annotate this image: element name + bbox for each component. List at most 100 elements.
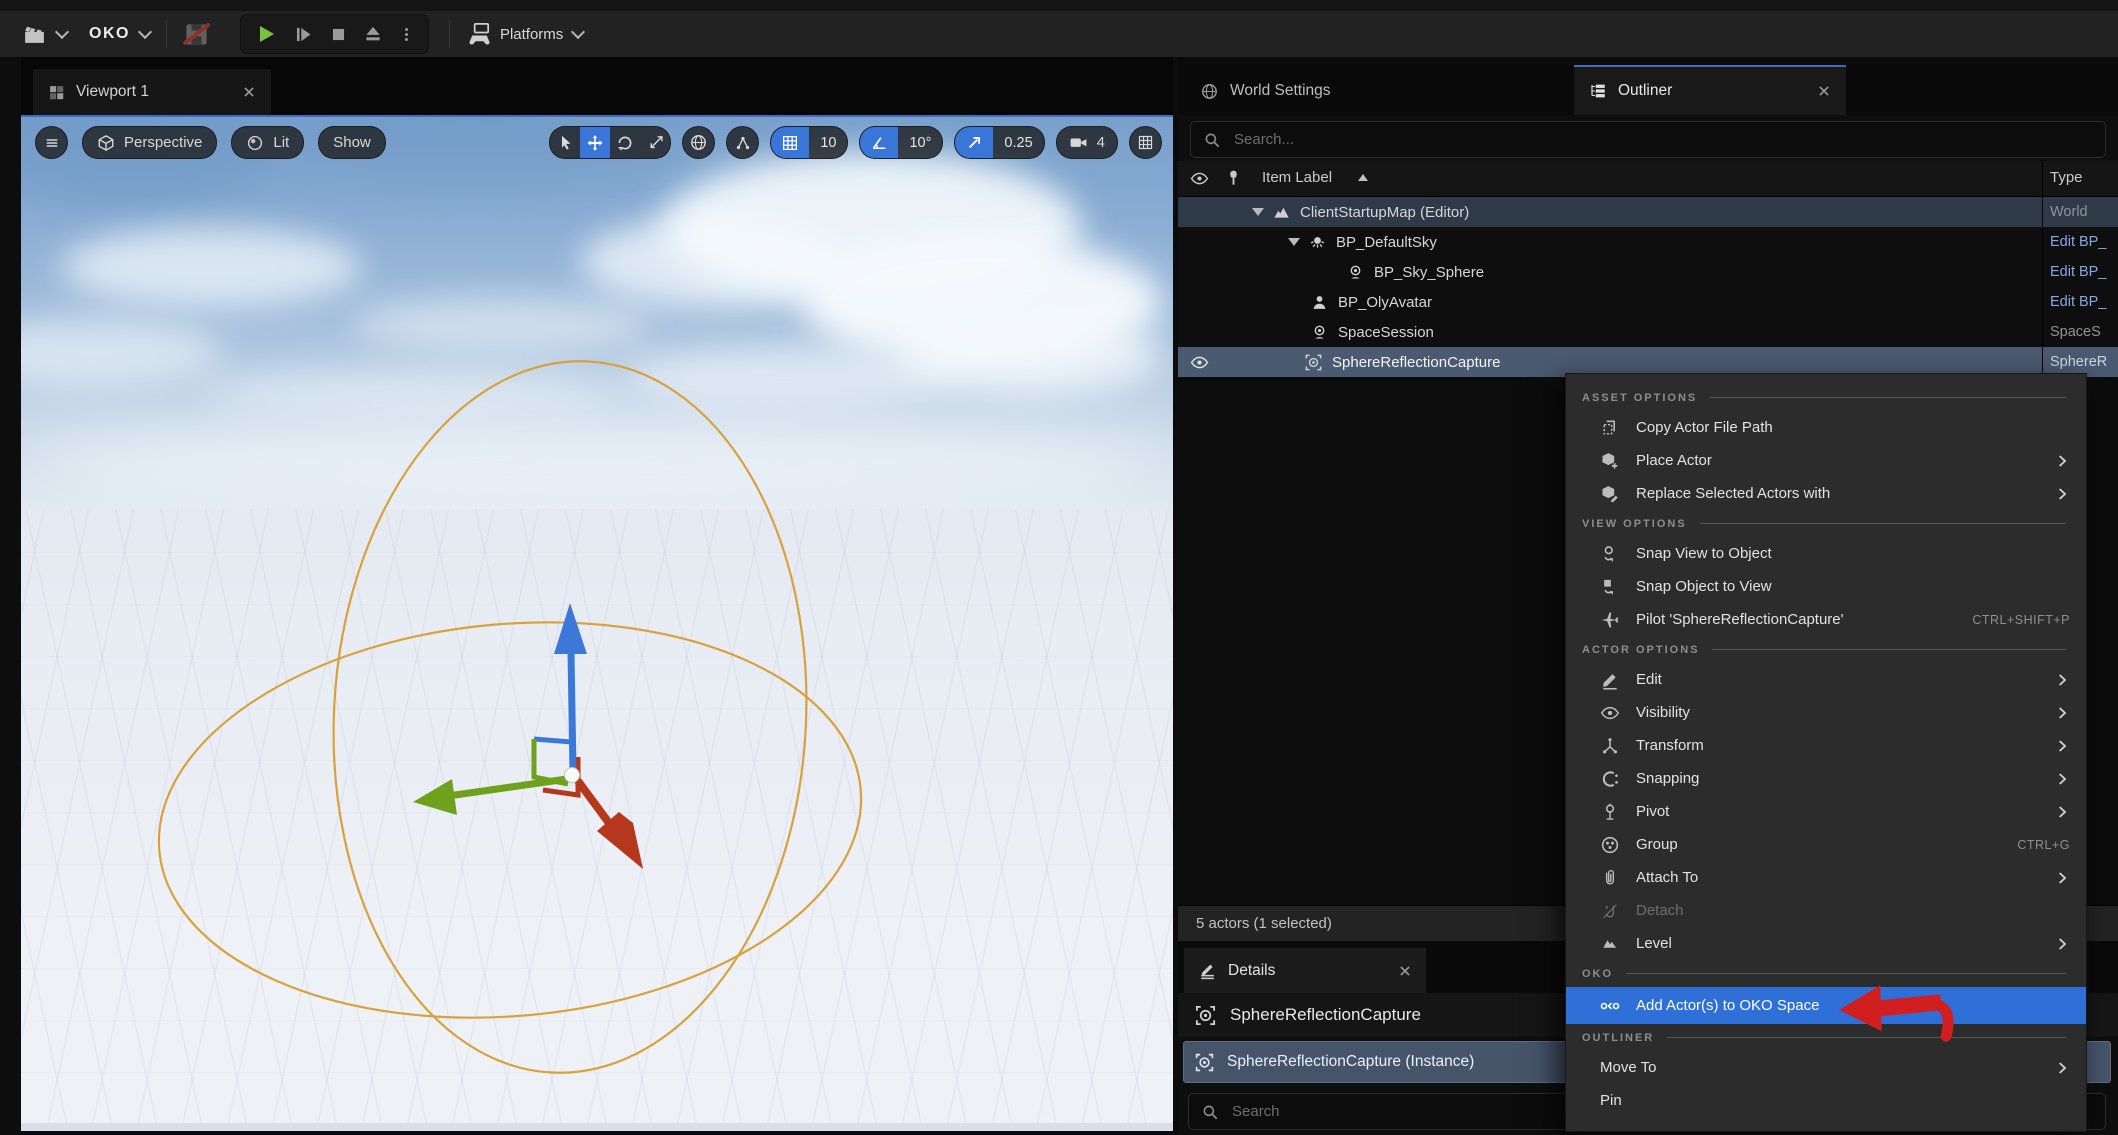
stop-button[interactable] xyxy=(329,25,348,44)
play-options-button[interactable] xyxy=(398,26,415,43)
tab-outliner[interactable]: Outliner xyxy=(1574,65,1846,115)
menu-item-transform[interactable]: Transform xyxy=(1566,729,2086,762)
maximize-viewport-button[interactable] xyxy=(1129,126,1162,159)
play-controls xyxy=(240,14,429,54)
person-icon xyxy=(1310,293,1329,312)
outliner-row-bp-sky-sphere[interactable]: BP_Sky_Sphere Edit BP_ xyxy=(1178,257,2118,287)
oko-logo: OKO xyxy=(89,25,130,43)
scale-snap-value: 0.25 xyxy=(993,135,1043,151)
platforms-button[interactable]: Platforms xyxy=(466,22,583,46)
menu-item-replace-selected-actors[interactable]: Replace Selected Actors with xyxy=(1566,477,2086,510)
outliner-row-bp-defaultsky[interactable]: BP_DefaultSky Edit BP_ xyxy=(1178,227,2118,257)
menu-item-place-actor[interactable]: Place Actor xyxy=(1566,444,2086,477)
viewport-grid-icon xyxy=(48,84,65,101)
outliner-row-spacesession[interactable]: SpaceSession SpaceS xyxy=(1178,317,2118,347)
menu-item-add-actors-to-oko-space[interactable]: Add Actor(s) to OKO Space xyxy=(1566,987,2086,1024)
pin-column-icon[interactable] xyxy=(1224,168,1243,187)
world-local-coord-button[interactable] xyxy=(682,126,715,159)
vertex-snap-icon xyxy=(734,134,752,152)
row-type-edit-link[interactable]: Edit BP_ xyxy=(2050,294,2118,310)
main-toolbar: OKO Platforms xyxy=(0,11,2118,57)
tab-details[interactable]: Details xyxy=(1184,948,1426,993)
tab-world-settings[interactable]: World Settings xyxy=(1182,67,1349,115)
submenu-arrow-icon xyxy=(2054,804,2070,820)
close-icon[interactable] xyxy=(1398,964,1412,978)
menu-item-snapping[interactable]: Snapping xyxy=(1566,762,2086,795)
menu-item-level[interactable]: Level xyxy=(1566,927,2086,960)
toolbar-separator xyxy=(166,20,167,48)
gizmo-z-arrowhead xyxy=(554,603,587,654)
section-actor-options: ACTOR OPTIONS xyxy=(1566,636,2086,663)
chevron-down-icon xyxy=(138,24,152,38)
cinematics-button[interactable] xyxy=(22,22,67,47)
replace-actor-icon xyxy=(1600,484,1620,504)
visibility-column-eye-icon[interactable] xyxy=(1190,169,1209,188)
session-icon xyxy=(1310,323,1329,342)
close-icon[interactable] xyxy=(1817,84,1831,98)
viewport-tabbar: Viewport 1 xyxy=(21,57,1173,115)
menu-item-attach-to[interactable]: Attach To xyxy=(1566,861,2086,894)
menu-item-pin[interactable]: Pin xyxy=(1566,1084,2086,1117)
reflection-capture-gizmo[interactable] xyxy=(21,117,1173,1123)
menu-item-group[interactable]: Group CTRL+G xyxy=(1566,828,2086,861)
perspective-button[interactable]: Perspective xyxy=(82,126,217,159)
menu-item-detach: Detach xyxy=(1566,894,2086,927)
outliner-row-clientstartupmap[interactable]: ClientStartupMap (Editor) World xyxy=(1178,197,2118,227)
play-button[interactable] xyxy=(254,22,278,46)
viewport-canvas[interactable]: Perspective Lit Show xyxy=(21,115,1173,1123)
viewport-options-button[interactable] xyxy=(35,126,68,159)
right-panel-tabbar: World Settings Outliner xyxy=(1178,57,2118,115)
row-type-edit-link[interactable]: Edit BP_ xyxy=(2050,264,2118,280)
menu-item-snap-view-to-object[interactable]: Snap View to Object xyxy=(1566,537,2086,570)
lit-mode-button[interactable]: Lit xyxy=(231,126,304,159)
world-settings-label: World Settings xyxy=(1230,82,1331,100)
section-asset-options: ASSET OPTIONS xyxy=(1566,384,2086,411)
oko-menu-button[interactable]: OKO xyxy=(89,25,150,43)
show-button[interactable]: Show xyxy=(318,126,386,159)
surface-snapping-button[interactable] xyxy=(726,126,759,159)
scale-tool-button[interactable] xyxy=(640,127,670,158)
submenu-arrow-icon xyxy=(2054,453,2070,469)
viewport-panel: Viewport 1 xyxy=(21,57,1173,1135)
angle-snap-icon xyxy=(860,127,898,158)
hamburger-icon xyxy=(43,134,61,152)
menu-item-snap-object-to-view[interactable]: Snap Object to View xyxy=(1566,570,2086,603)
eye-icon[interactable] xyxy=(1190,353,1209,372)
outliner-row-bp-olyavatar[interactable]: BP_OlyAvatar Edit BP_ xyxy=(1178,287,2118,317)
menu-item-visibility[interactable]: Visibility xyxy=(1566,696,2086,729)
outliner-search-input[interactable] xyxy=(1232,130,2093,149)
submenu-arrow-icon xyxy=(2054,936,2070,952)
frame-skip-button[interactable] xyxy=(293,24,314,45)
details-tab-label: Details xyxy=(1228,962,1275,980)
eject-button[interactable] xyxy=(363,24,383,44)
tab-viewport-1[interactable]: Viewport 1 xyxy=(33,69,271,115)
menu-item-pilot-actor[interactable]: Pilot 'SphereReflectionCapture' CTRL+SHI… xyxy=(1566,603,2086,636)
item-label-column-header[interactable]: Item Label xyxy=(1262,169,1332,186)
rotation-snap-control[interactable]: 10° xyxy=(859,126,943,159)
section-view-options: VIEW OPTIONS xyxy=(1566,510,2086,537)
sphere-actor-icon xyxy=(1346,263,1365,282)
level-icon xyxy=(1600,934,1620,954)
select-tool-button[interactable] xyxy=(550,127,580,158)
move-tool-button[interactable] xyxy=(580,127,610,158)
group-icon xyxy=(1600,835,1620,855)
save-all-button[interactable] xyxy=(183,21,210,48)
close-icon[interactable] xyxy=(242,85,256,99)
type-column-header[interactable]: Type xyxy=(2050,169,2083,186)
camera-speed-control[interactable]: 4 xyxy=(1056,126,1118,159)
grid-snap-control[interactable]: 10 xyxy=(770,126,848,159)
row-type: SpaceS xyxy=(2050,324,2118,340)
rotate-tool-button[interactable] xyxy=(610,127,640,158)
menu-item-edit[interactable]: Edit xyxy=(1566,663,2086,696)
menu-item-pivot[interactable]: Pivot xyxy=(1566,795,2086,828)
row-type-edit-link[interactable]: Edit BP_ xyxy=(2050,234,2118,250)
menu-item-move-to[interactable]: Move To xyxy=(1566,1051,2086,1084)
reflection-capture-icon xyxy=(1194,1052,1215,1073)
menu-item-copy-actor-file-path[interactable]: Copy Actor File Path xyxy=(1566,411,2086,444)
grid-snap-value: 10 xyxy=(809,135,847,151)
scale-snap-control[interactable]: 0.25 xyxy=(954,126,1044,159)
collapse-icon[interactable] xyxy=(1252,208,1264,216)
outliner-search[interactable] xyxy=(1190,121,2106,158)
collapse-icon[interactable] xyxy=(1288,238,1300,246)
eye-icon xyxy=(1600,703,1620,723)
